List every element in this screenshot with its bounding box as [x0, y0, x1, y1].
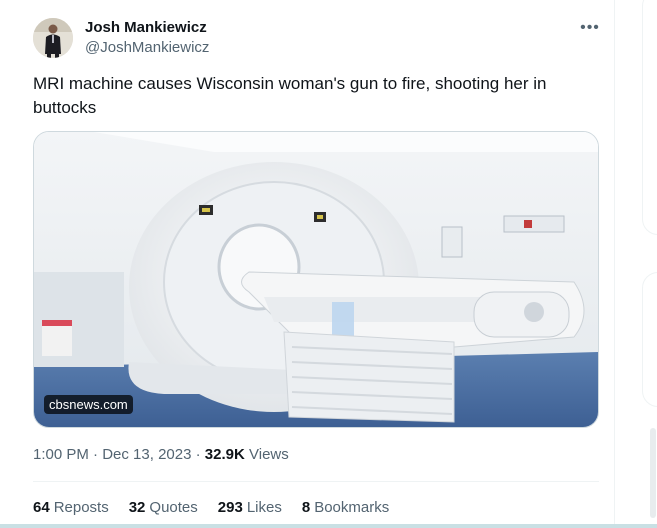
- more-options-button[interactable]: •••: [578, 18, 602, 38]
- right-sidebar: [616, 0, 657, 528]
- reposts-count: 64: [33, 499, 50, 516]
- quotes-stat[interactable]: 32 Quotes: [129, 499, 198, 516]
- bookmarks-stat[interactable]: 8 Bookmarks: [302, 499, 389, 516]
- author-display-name[interactable]: Josh Mankiewicz: [85, 19, 207, 36]
- tweet-date[interactable]: Dec 13, 2023: [102, 446, 191, 463]
- views-label: Views: [249, 446, 289, 463]
- quotes-label: Quotes: [149, 499, 198, 516]
- engagement-stats: 64 Reposts 32 Quotes 293 Likes 8 Bookmarks: [33, 499, 389, 516]
- bookmarks-label: Bookmarks: [314, 499, 390, 516]
- avatar[interactable]: [33, 18, 73, 58]
- sidebar-card: [642, 272, 657, 407]
- tweet-time[interactable]: 1:00 PM: [33, 446, 89, 463]
- reposts-stat[interactable]: 64 Reposts: [33, 499, 109, 516]
- divider: [33, 481, 599, 482]
- reposts-label: Reposts: [53, 499, 109, 516]
- author-handle[interactable]: @JoshMankiewicz: [85, 39, 209, 56]
- tweet-column: Josh Mankiewicz @JoshMankiewicz ••• MRI …: [0, 0, 615, 528]
- quotes-count: 32: [128, 499, 146, 516]
- views-count: 32.9K: [204, 446, 245, 463]
- meta-separator: ·: [191, 446, 205, 463]
- bottom-edge: [0, 524, 657, 528]
- likes-count: 293: [217, 499, 243, 516]
- bookmarks-count: 8: [301, 499, 311, 516]
- avatar-image: [33, 18, 73, 58]
- mri-room-photo: [34, 132, 598, 427]
- tweet-text: MRI machine causes Wisconsin woman's gun…: [33, 74, 547, 117]
- tweet-meta: 1:00 PM · Dec 13, 2023 · 32.9K Views: [33, 446, 289, 463]
- sidebar-card: [642, 0, 657, 235]
- likes-stat[interactable]: 293 Likes: [218, 499, 282, 516]
- likes-label: Likes: [246, 499, 282, 516]
- meta-separator: ·: [88, 446, 103, 463]
- more-horizontal-icon: •••: [580, 19, 600, 36]
- scrollbar[interactable]: [650, 428, 656, 518]
- media-source-badge: cbsnews.com: [44, 395, 133, 414]
- tweet-media-image[interactable]: cbsnews.com: [33, 131, 599, 428]
